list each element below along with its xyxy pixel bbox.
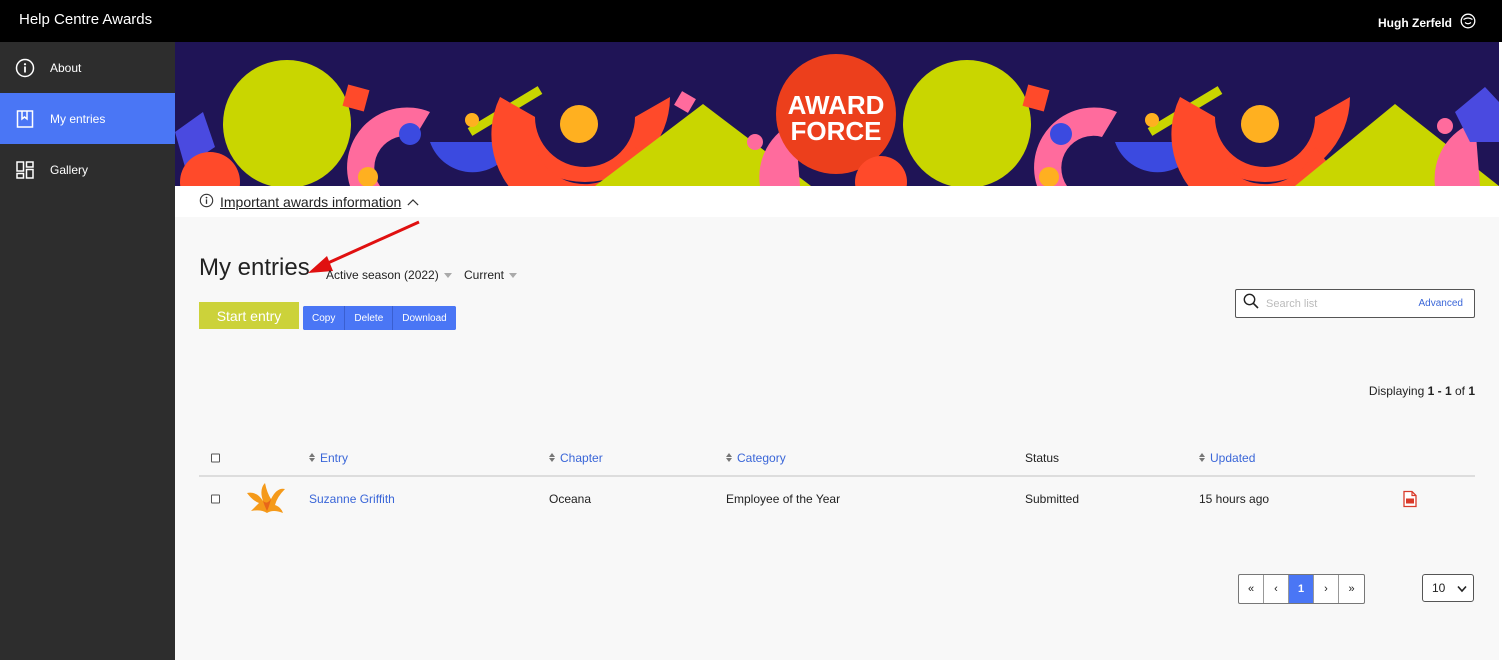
- entry-category: Employee of the Year: [726, 492, 841, 506]
- info-strip: Important awards information: [175, 186, 1499, 217]
- page-title: My entries: [199, 254, 310, 281]
- sort-icon: [1199, 453, 1205, 462]
- current-page-button[interactable]: 1: [1289, 575, 1314, 603]
- pagination: « ‹ 1 › »: [1238, 574, 1365, 604]
- sidebar: About My entries Gallery: [0, 42, 175, 660]
- status-filter[interactable]: Current: [464, 268, 518, 282]
- chevron-down-icon: [1457, 585, 1467, 593]
- displaying-total: 1: [1468, 384, 1475, 398]
- annotation-arrow: [308, 220, 420, 273]
- chevron-up-icon[interactable]: [407, 194, 419, 210]
- info-icon: [0, 58, 50, 78]
- select-all-checkbox[interactable]: [211, 453, 220, 462]
- important-info-link[interactable]: Important awards information: [220, 194, 401, 210]
- column-status-label: Status: [1025, 450, 1060, 465]
- entries-table: Entry Chapter Category Status Updated Su…: [199, 440, 1475, 521]
- phoenix-icon: [247, 483, 285, 513]
- advanced-search-link[interactable]: Advanced: [1419, 298, 1463, 309]
- per-page-select[interactable]: 10: [1422, 574, 1474, 602]
- per-page-value: 10: [1432, 581, 1446, 595]
- displaying-range: 1 - 1: [1427, 384, 1452, 398]
- user-avatar-icon[interactable]: [1460, 13, 1476, 32]
- column-category-label[interactable]: Category: [737, 451, 786, 465]
- status-filter-label: Current: [464, 268, 505, 282]
- column-updated-label[interactable]: Updated: [1210, 451, 1255, 465]
- grid-icon: [0, 160, 50, 180]
- sort-icon: [309, 453, 315, 462]
- app-title[interactable]: Help Centre Awards: [19, 11, 152, 28]
- entry-updated: 15 hours ago: [1199, 492, 1270, 506]
- search-icon: [1236, 293, 1259, 314]
- season-filter[interactable]: Active season (2022): [326, 268, 452, 282]
- entry-status: Submitted: [1025, 492, 1080, 506]
- bulk-actions: Copy Delete Download: [303, 306, 456, 330]
- entry-chapter: Oceana: [549, 492, 592, 506]
- download-button[interactable]: Download: [393, 306, 456, 330]
- user-name[interactable]: Hugh Zerfeld: [1378, 16, 1452, 30]
- column-entry[interactable]: Entry: [309, 451, 348, 465]
- search-input[interactable]: [1266, 297, 1416, 310]
- checkbox-icon[interactable]: [211, 494, 220, 504]
- entry-link[interactable]: Suzanne Griffith: [309, 492, 395, 506]
- displaying-prefix: Displaying: [1368, 384, 1428, 398]
- sort-icon: [549, 453, 555, 462]
- chevron-down-icon: [443, 272, 452, 278]
- column-entry-label[interactable]: Entry: [320, 451, 348, 465]
- sidebar-item-about[interactable]: About: [0, 42, 175, 93]
- user-menu[interactable]: Hugh Zerfeld: [1378, 13, 1476, 32]
- banner-artwork: AWARD FORCE: [175, 42, 1499, 186]
- column-category[interactable]: Category: [726, 451, 786, 465]
- sidebar-item-gallery[interactable]: Gallery: [0, 144, 175, 195]
- first-page-button[interactable]: «: [1239, 575, 1264, 603]
- bookmark-icon: [0, 109, 50, 129]
- info-icon: [199, 193, 214, 211]
- next-page-button[interactable]: ›: [1314, 575, 1339, 603]
- awards-banner: AWARD FORCE: [175, 42, 1499, 186]
- result-count: Displaying 1 - 1 of 1: [1369, 384, 1475, 398]
- checkbox-icon[interactable]: [211, 453, 220, 462]
- sidebar-item-label: About: [50, 60, 82, 75]
- last-page-button[interactable]: »: [1339, 575, 1364, 603]
- delete-button[interactable]: Delete: [345, 306, 394, 330]
- start-entry-button[interactable]: Start entry: [199, 302, 299, 329]
- column-status: Status: [1025, 451, 1059, 465]
- row-checkbox[interactable]: [211, 494, 220, 504]
- entry-thumbnail[interactable]: [245, 481, 287, 517]
- chevron-down-icon: [509, 272, 518, 278]
- prev-page-button[interactable]: ‹: [1264, 575, 1289, 603]
- sidebar-item-label: My entries: [50, 111, 106, 126]
- season-filter-label: Active season (2022): [326, 268, 439, 282]
- logo-line2: FORCE: [791, 116, 882, 146]
- column-chapter-label[interactable]: Chapter: [560, 451, 603, 465]
- displaying-of: of: [1451, 384, 1469, 398]
- sidebar-item-my-entries[interactable]: My entries: [0, 93, 175, 144]
- copy-button[interactable]: Copy: [303, 306, 346, 330]
- top-bar: Help Centre Awards Hugh Zerfeld: [0, 0, 1502, 42]
- main-content: AWARD FORCE Important awards information…: [175, 42, 1499, 660]
- column-updated[interactable]: Updated: [1199, 451, 1255, 465]
- search-box: Advanced: [1235, 289, 1475, 318]
- sort-icon: [726, 453, 732, 462]
- table-header: Entry Chapter Category Status Updated: [199, 440, 1475, 477]
- sidebar-item-label: Gallery: [50, 162, 89, 177]
- pdf-download-icon[interactable]: [1403, 490, 1417, 508]
- column-chapter[interactable]: Chapter: [549, 451, 603, 465]
- table-row[interactable]: Suzanne Griffith Oceana Employee of the …: [199, 477, 1475, 521]
- important-info-toggle[interactable]: Important awards information: [199, 193, 419, 211]
